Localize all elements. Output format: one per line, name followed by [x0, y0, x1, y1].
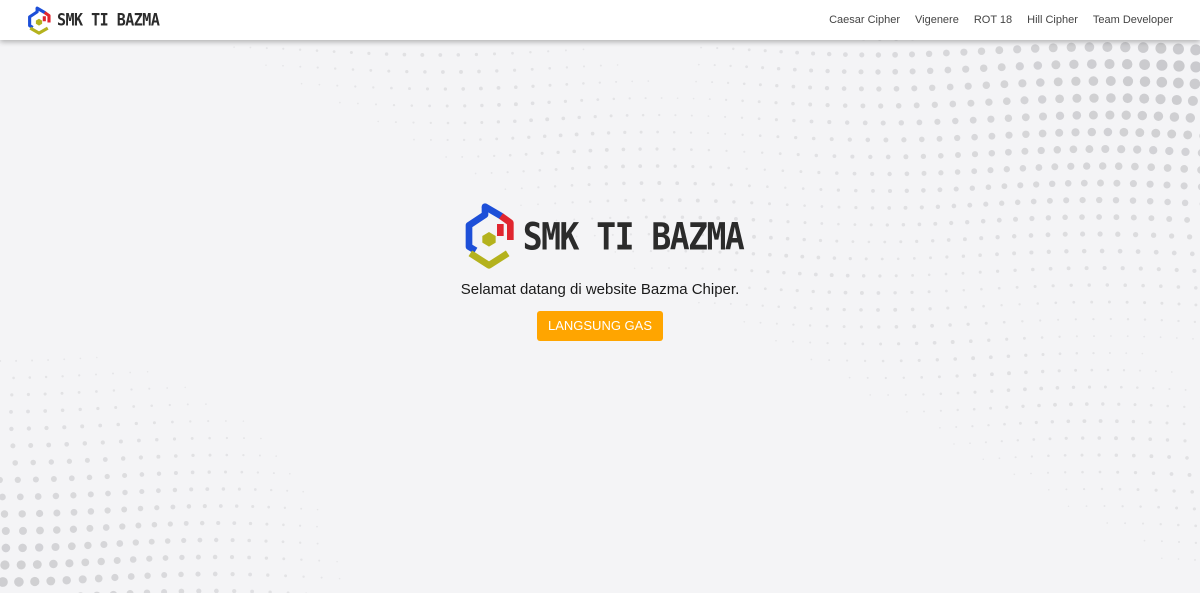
nav-link-rot-18[interactable]: ROT 18: [974, 14, 1012, 26]
brand-name: SMK TI BAZMA: [57, 10, 160, 30]
brand-link[interactable]: SMK TI BAZMA: [24, 3, 160, 37]
nav-link-vigenere[interactable]: Vigenere: [915, 14, 959, 26]
hero-logo: SMK TI BAZMA: [457, 200, 745, 272]
nav-link-hill-cipher[interactable]: Hill Cipher: [1027, 14, 1078, 26]
welcome-text: Selamat datang di website Bazma Chiper.: [460, 281, 740, 298]
nav-links: Caesar Cipher Vigenere ROT 18 Hill Ciphe…: [814, 0, 1173, 40]
navbar: SMK TI BAZMA Caesar Cipher Vigenere ROT …: [0, 0, 1200, 40]
nav-link-team-developer[interactable]: Team Developer: [1093, 14, 1173, 26]
bazma-logo-icon: [465, 203, 514, 269]
nav-link-caesar-cipher[interactable]: Caesar Cipher: [829, 14, 900, 26]
langsung-gas-button[interactable]: LANGSUNG GAS: [536, 311, 664, 341]
page: SMK TI BAZMA Caesar Cipher Vigenere ROT …: [0, 0, 1200, 593]
hero-section: SMK TI BAZMA Selamat datang di website B…: [0, 200, 1200, 341]
hero-brand-name: SMK TI BAZMA: [522, 214, 745, 258]
bazma-logo-icon: [28, 6, 51, 35]
